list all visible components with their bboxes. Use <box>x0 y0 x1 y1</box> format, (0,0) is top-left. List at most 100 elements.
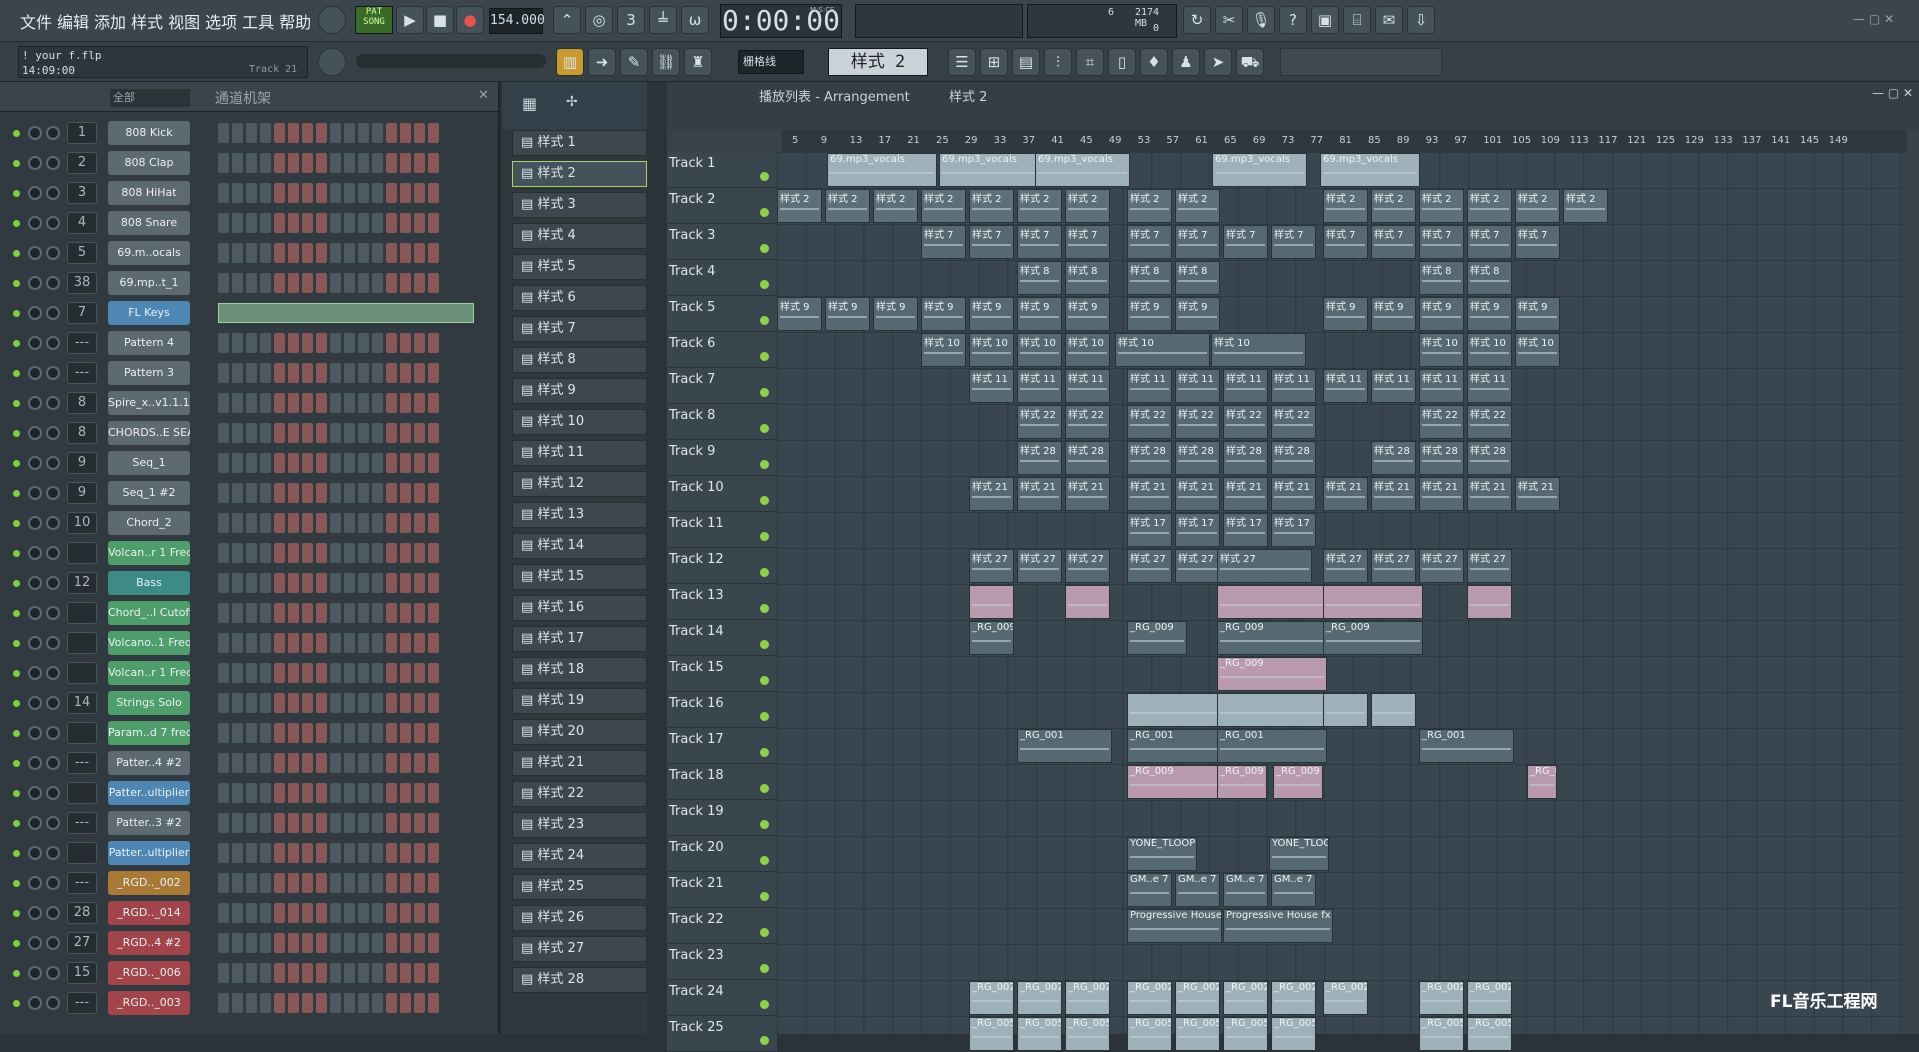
channel-led[interactable] <box>13 460 20 467</box>
channel-name[interactable]: CHORDS..E SEA <box>108 421 190 445</box>
playlist-clip[interactable]: 样式 27 <box>1419 549 1464 583</box>
playlist-clip[interactable]: _RG_009 <box>1323 621 1423 655</box>
volume-knob[interactable] <box>28 396 42 410</box>
volume-knob[interactable] <box>28 696 42 710</box>
channel-row[interactable]: 12 Bass <box>0 568 500 598</box>
pattern-item[interactable]: ▤ 样式 11 <box>512 440 647 466</box>
volume-knob[interactable] <box>28 816 42 830</box>
pan-knob[interactable] <box>46 426 60 440</box>
track-header[interactable]: Track 25 <box>667 1016 777 1052</box>
step-sequence[interactable] <box>218 603 439 623</box>
channel-mixer-track[interactable]: 15 <box>67 962 97 984</box>
track-mute-led[interactable] <box>760 604 769 613</box>
pattern-item[interactable]: ▤ 样式 19 <box>512 688 647 714</box>
channel-row[interactable]: --- Patter..3 #2 <box>0 808 500 838</box>
playlist-clip[interactable]: 样式 2 <box>1419 189 1464 223</box>
channel-name[interactable]: Pattern 3 <box>108 361 190 385</box>
playlist-clip[interactable]: Progressive House fx <box>1223 909 1333 943</box>
channel-led[interactable] <box>13 250 20 257</box>
pattern-item[interactable]: ▤ 样式 3 <box>512 192 647 218</box>
playlist-clip[interactable]: _RG_002 <box>1419 981 1464 1015</box>
playlist-clip[interactable]: _RG_005 <box>1223 1017 1268 1051</box>
volume-knob[interactable] <box>28 636 42 650</box>
channel-name[interactable]: Patter..ultiplier <box>108 841 190 865</box>
step-edit-icon[interactable]: ╧ <box>649 6 677 34</box>
pattern-item[interactable]: ▤ 样式 24 <box>512 843 647 869</box>
channel-led[interactable] <box>13 370 20 377</box>
channel-row[interactable]: 9 Seq_1 #2 <box>0 478 500 508</box>
playlist-clip[interactable]: YONE_TLOOP <box>1127 837 1197 871</box>
pattern-item[interactable]: ▤ 样式 25 <box>512 874 647 900</box>
channel-led[interactable] <box>13 520 20 527</box>
pan-knob[interactable] <box>46 876 60 890</box>
menu-item[interactable]: 选项 <box>205 9 237 33</box>
track-header[interactable]: Track 11 <box>667 512 777 548</box>
playlist-clip[interactable]: 样式 10 <box>1515 333 1560 367</box>
channel-led[interactable] <box>13 610 20 617</box>
playlist-clip[interactable]: 样式 21 <box>1515 477 1560 511</box>
playlist-clip[interactable] <box>1217 693 1327 727</box>
channel-row[interactable]: --- Patter..4 #2 <box>0 748 500 778</box>
channel-mixer-track[interactable]: 12 <box>67 572 97 594</box>
menu-item[interactable]: 样式 <box>131 9 163 33</box>
channel-led[interactable] <box>13 850 20 857</box>
playlist-icon[interactable]: ☰ <box>948 48 976 76</box>
channel-led[interactable] <box>13 940 20 947</box>
playlist-clip[interactable]: _RG_005 <box>1017 1017 1062 1051</box>
pan-knob[interactable] <box>46 336 60 350</box>
playlist-clip[interactable]: 样式 2 <box>1563 189 1608 223</box>
capture-icon[interactable]: ➤ <box>1204 48 1232 76</box>
channel-name[interactable]: 69.mp..t_1 <box>108 271 190 295</box>
save-icon[interactable]: ▣ <box>1311 6 1339 34</box>
step-sequencer-icon[interactable]: ⊞ <box>980 48 1008 76</box>
channel-name[interactable]: Volcan..r 1 Freq <box>108 661 190 685</box>
step-sequence[interactable] <box>218 903 439 923</box>
channel-row[interactable]: 3 808 HiHat <box>0 178 500 208</box>
pan-knob[interactable] <box>46 786 60 800</box>
playlist-clip[interactable] <box>1065 585 1110 619</box>
step-sequence[interactable] <box>218 153 439 173</box>
channel-row[interactable]: Volcano..1 Freq <box>0 628 500 658</box>
pattern-item[interactable]: ▤ 样式 16 <box>512 595 647 621</box>
playlist-clip[interactable]: 样式 22 <box>1419 405 1464 439</box>
step-sequence[interactable] <box>218 843 439 863</box>
pat-song-toggle[interactable]: PAT SONG <box>355 6 393 34</box>
playlist-clip[interactable]: 样式 9 <box>1371 297 1416 331</box>
channel-led[interactable] <box>13 130 20 137</box>
pattern-item[interactable]: ▤ 样式 21 <box>512 750 647 776</box>
pan-knob[interactable] <box>46 726 60 740</box>
piano-roll-preview[interactable] <box>218 303 474 323</box>
track-mute-led[interactable] <box>760 460 769 469</box>
track-mute-led[interactable] <box>760 856 769 865</box>
track-header[interactable]: Track 17 <box>667 728 777 764</box>
channel-name[interactable]: 808 Snare <box>108 211 190 235</box>
track-header[interactable]: Track 13 <box>667 584 777 620</box>
master-volume-knob[interactable] <box>318 6 346 34</box>
channel-filter[interactable]: 全部 <box>110 89 190 107</box>
pan-knob[interactable] <box>46 606 60 620</box>
channel-name[interactable]: Patter..4 #2 <box>108 751 190 775</box>
playlist-clip[interactable]: _RG_009 <box>1527 765 1557 799</box>
playlist-clip[interactable]: 样式 2 <box>1127 189 1172 223</box>
pan-knob[interactable] <box>46 456 60 470</box>
stamp-icon[interactable]: ♜ <box>684 48 712 76</box>
playlist-clip[interactable]: _RG_001 <box>1419 729 1514 763</box>
track-mute-led[interactable] <box>760 172 769 181</box>
channel-mixer-track[interactable] <box>67 542 97 564</box>
channel-led[interactable] <box>13 730 20 737</box>
playlist-clip[interactable]: 样式 28 <box>1017 441 1062 475</box>
playlist-clip[interactable]: 样式 9 <box>1175 297 1220 331</box>
channel-row[interactable]: 1 808 Kick <box>0 118 500 148</box>
playlist-clip[interactable]: 样式 2 <box>777 189 822 223</box>
step-sequence[interactable] <box>218 873 439 893</box>
playlist-clip[interactable]: 样式 7 <box>1515 225 1560 259</box>
pan-knob[interactable] <box>46 546 60 560</box>
playlist-clip[interactable]: 样式 27 <box>1127 549 1172 583</box>
step-sequence[interactable] <box>218 243 439 263</box>
timeline-ruler[interactable]: 5 9 13 17 21 25 29 33 37 41 45 49 53 57 61 65 69 73 77 81 85… <box>782 130 1907 152</box>
playlist-clip[interactable]: 样式 21 <box>1017 477 1062 511</box>
volume-knob[interactable] <box>28 366 42 380</box>
step-sequence[interactable] <box>218 213 439 233</box>
track-mute-led[interactable] <box>760 1036 769 1045</box>
channel-name[interactable]: 808 Clap <box>108 151 190 175</box>
